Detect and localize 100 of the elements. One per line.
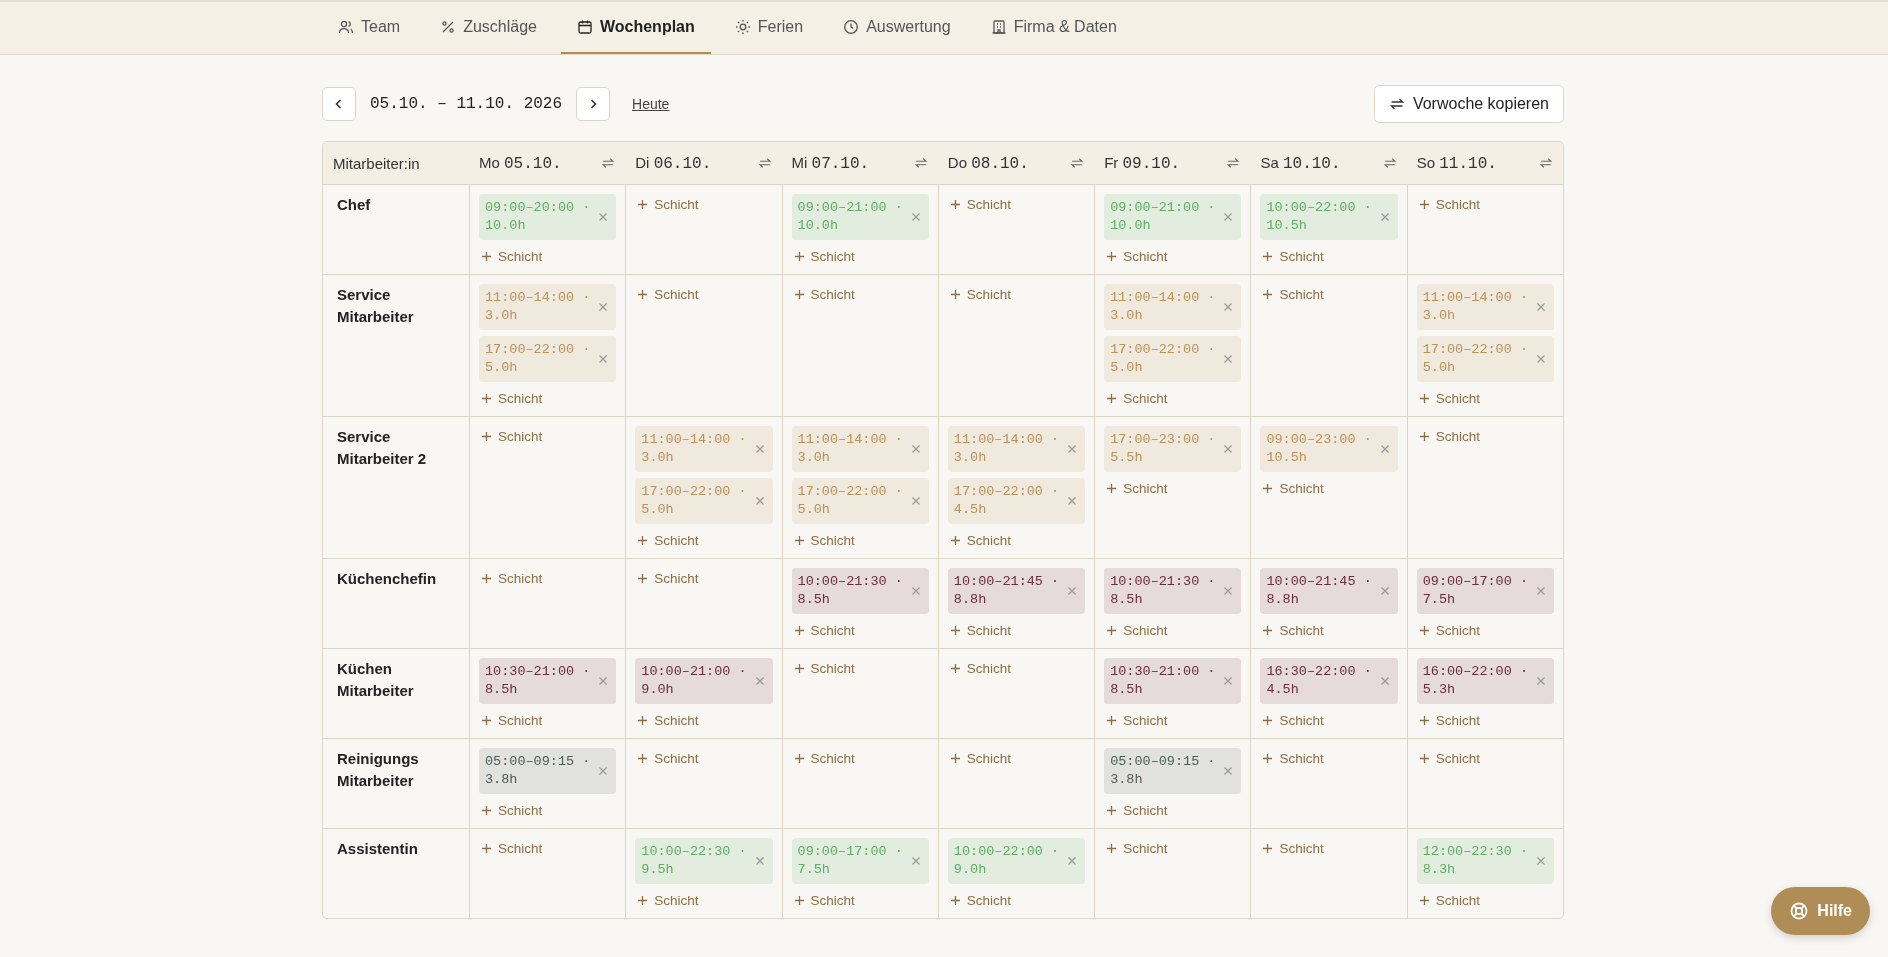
nav-tab[interactable]: Wochenplan (560, 2, 711, 54)
close-icon[interactable] (910, 856, 921, 866)
nav-tab[interactable]: Ferien (718, 2, 820, 54)
add-shift-button[interactable]: Schicht (479, 246, 545, 266)
close-icon[interactable] (1067, 586, 1078, 596)
shift-chip[interactable]: 11:00–14:00 · 3.0h (947, 426, 1086, 472)
shift-chip[interactable]: 16:00–22:00 · 5.3h (1416, 658, 1554, 704)
close-icon[interactable] (1379, 676, 1390, 686)
next-week-button[interactable] (576, 87, 611, 121)
add-shift-button[interactable]: Schicht (1416, 710, 1482, 730)
shift-chip[interactable]: 10:00–21:30 · 8.5h (791, 568, 929, 614)
shift-chip[interactable]: 10:00–21:45 · 8.8h (1260, 568, 1398, 614)
add-shift-button[interactable]: Schicht (791, 748, 857, 768)
add-shift-button[interactable]: Schicht (1260, 478, 1326, 498)
add-shift-button[interactable]: Schicht (1104, 800, 1170, 820)
close-icon[interactable] (910, 586, 921, 596)
swap-arrows-icon[interactable] (1539, 156, 1553, 170)
add-shift-button[interactable]: Schicht (635, 710, 701, 730)
close-icon[interactable] (754, 444, 765, 454)
add-shift-button[interactable]: Schicht (1416, 388, 1482, 408)
add-shift-button[interactable]: Schicht (791, 620, 857, 640)
add-shift-button[interactable]: Schicht (1104, 478, 1170, 498)
add-shift-button[interactable]: Schicht (479, 800, 545, 820)
close-icon[interactable] (598, 766, 609, 776)
close-icon[interactable] (1223, 212, 1234, 222)
add-shift-button[interactable]: Schicht (635, 568, 701, 588)
add-shift-button[interactable]: Schicht (479, 388, 545, 408)
add-shift-button[interactable]: Schicht (947, 620, 1014, 640)
shift-chip[interactable]: 17:00–22:00 · 5.0h (479, 336, 617, 382)
close-icon[interactable] (1223, 766, 1234, 776)
close-icon[interactable] (910, 496, 921, 506)
copy-previous-week-button[interactable]: Vorwoche kopieren (1373, 85, 1564, 123)
add-shift-button[interactable]: Schicht (1260, 838, 1326, 858)
add-shift-button[interactable]: Schicht (1416, 194, 1482, 214)
close-icon[interactable] (598, 354, 609, 364)
close-icon[interactable] (1379, 586, 1390, 596)
close-icon[interactable] (754, 676, 765, 686)
close-icon[interactable] (598, 676, 609, 686)
close-icon[interactable] (1223, 444, 1234, 454)
close-icon[interactable] (754, 496, 765, 506)
add-shift-button[interactable]: Schicht (1416, 620, 1482, 640)
close-icon[interactable] (1536, 676, 1546, 686)
close-icon[interactable] (1536, 354, 1546, 364)
add-shift-button[interactable]: Schicht (1104, 246, 1170, 266)
close-icon[interactable] (598, 212, 609, 222)
swap-arrows-icon[interactable] (757, 156, 772, 170)
add-shift-button[interactable]: Schicht (635, 194, 701, 214)
add-shift-button[interactable]: Schicht (947, 658, 1014, 678)
add-shift-button[interactable]: Schicht (1416, 748, 1482, 768)
shift-chip[interactable]: 11:00–14:00 · 3.0h (791, 426, 929, 472)
add-shift-button[interactable]: Schicht (635, 748, 701, 768)
swap-arrows-icon[interactable] (1070, 156, 1085, 170)
shift-chip[interactable]: 17:00–22:00 · 5.0h (1416, 336, 1554, 382)
add-shift-button[interactable]: Schicht (947, 194, 1014, 214)
shift-chip[interactable]: 17:00–22:00 · 5.0h (635, 478, 773, 524)
add-shift-button[interactable]: Schicht (1260, 284, 1326, 304)
add-shift-button[interactable]: Schicht (1260, 620, 1326, 640)
nav-tab[interactable]: Auswertung (827, 2, 967, 54)
shift-chip[interactable]: 17:00–22:00 · 5.0h (1104, 336, 1242, 382)
shift-chip[interactable]: 11:00–14:00 · 3.0h (635, 426, 773, 472)
shift-chip[interactable]: 10:00–21:00 · 9.0h (635, 658, 773, 704)
swap-arrows-icon[interactable] (601, 156, 616, 170)
close-icon[interactable] (1379, 212, 1390, 222)
add-shift-button[interactable]: Schicht (1104, 710, 1170, 730)
add-shift-button[interactable]: Schicht (1416, 426, 1482, 446)
add-shift-button[interactable]: Schicht (479, 838, 545, 858)
add-shift-button[interactable]: Schicht (479, 710, 545, 730)
add-shift-button[interactable]: Schicht (1104, 838, 1170, 858)
add-shift-button[interactable]: Schicht (479, 426, 545, 446)
add-shift-button[interactable]: Schicht (635, 890, 701, 910)
add-shift-button[interactable]: Schicht (947, 530, 1014, 550)
close-icon[interactable] (1536, 856, 1546, 866)
shift-chip[interactable]: 09:00–17:00 · 7.5h (1416, 568, 1554, 614)
close-icon[interactable] (910, 444, 921, 454)
add-shift-button[interactable]: Schicht (635, 530, 701, 550)
close-icon[interactable] (1223, 354, 1234, 364)
add-shift-button[interactable]: Schicht (1104, 388, 1170, 408)
swap-arrows-icon[interactable] (1226, 156, 1241, 170)
shift-chip[interactable]: 10:30–21:00 · 8.5h (479, 658, 617, 704)
swap-arrows-icon[interactable] (1382, 156, 1397, 170)
add-shift-button[interactable]: Schicht (791, 530, 857, 550)
close-icon[interactable] (1536, 586, 1546, 596)
add-shift-button[interactable]: Schicht (947, 890, 1014, 910)
help-button[interactable]: Hilfe (1771, 887, 1870, 935)
add-shift-button[interactable]: Schicht (1260, 246, 1326, 266)
close-icon[interactable] (754, 856, 765, 866)
nav-tab[interactable]: Zuschläge (424, 2, 553, 54)
nav-tab[interactable]: Team (322, 2, 417, 54)
nav-tab[interactable]: Firma & Daten (974, 2, 1133, 54)
add-shift-button[interactable]: Schicht (947, 748, 1014, 768)
add-shift-button[interactable]: Schicht (1260, 748, 1326, 768)
close-icon[interactable] (1223, 676, 1234, 686)
today-link[interactable]: Heute (632, 96, 670, 112)
shift-chip[interactable]: 17:00–23:00 · 5.5h (1104, 426, 1242, 472)
shift-chip[interactable]: 10:30–21:00 · 8.5h (1104, 658, 1242, 704)
shift-chip[interactable]: 10:00–22:00 · 9.0h (947, 838, 1086, 884)
add-shift-button[interactable]: Schicht (1104, 620, 1170, 640)
close-icon[interactable] (1067, 496, 1078, 506)
shift-chip[interactable]: 10:00–21:30 · 8.5h (1104, 568, 1242, 614)
add-shift-button[interactable]: Schicht (635, 284, 701, 304)
